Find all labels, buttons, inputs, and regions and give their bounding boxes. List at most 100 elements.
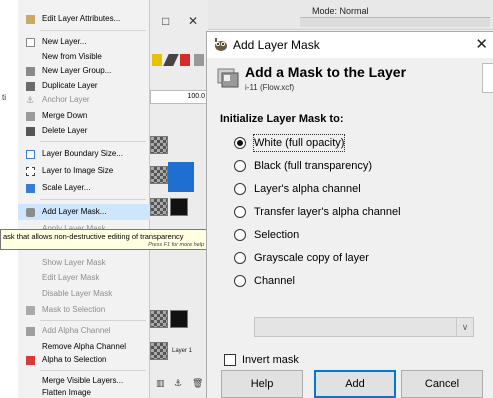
selected-layer-mask-thumbnail[interactable]	[168, 162, 194, 192]
option-label: Grayscale copy of layer	[254, 252, 369, 264]
menu-item-disable-layer-mask[interactable]: Disable Layer Mask	[18, 287, 150, 301]
option-channel[interactable]: Channel	[234, 273, 484, 291]
delete-layer-icon[interactable]: 🗑	[192, 378, 203, 389]
menu-separator	[40, 320, 146, 321]
mask-to-selection-icon	[26, 306, 35, 315]
menu-separator	[40, 30, 146, 31]
option-label: Transfer layer's alpha channel	[254, 206, 401, 218]
layer-group-icon	[26, 67, 35, 76]
menu-separator	[40, 141, 146, 142]
layer-thumbnail[interactable]	[150, 198, 168, 216]
mode-dropdown[interactable]	[300, 17, 490, 27]
alpha-to-selection-icon	[26, 356, 35, 365]
layer-thumbnail[interactable]	[150, 342, 168, 360]
option-white-full-opacity[interactable]: White (full opacity)	[234, 134, 484, 153]
layer-mask-thumbnail[interactable]	[170, 310, 188, 328]
menu-item-add-alpha-channel[interactable]: Add Alpha Channel	[18, 324, 150, 338]
menu-separator	[40, 370, 146, 371]
merge-down-icon	[26, 112, 35, 121]
dialog-window-title: Add Layer Mask	[233, 38, 320, 52]
dialog-header-subtitle: i-11 (Flow.xcf)	[245, 83, 295, 92]
radio-button[interactable]	[234, 183, 246, 195]
boundary-size-icon	[26, 150, 35, 159]
menu-item-show-layer-mask[interactable]: Show Layer Mask	[18, 256, 150, 270]
layer-thumbnail[interactable]	[150, 136, 168, 154]
invert-mask-checkbox-row[interactable]: Invert mask	[224, 353, 424, 369]
scale-layer-icon	[26, 184, 35, 193]
initialize-mask-heading: Initialize Layer Mask to:	[220, 113, 344, 125]
invert-mask-checkbox[interactable]	[224, 354, 236, 366]
grid-icon[interactable]	[194, 54, 204, 66]
layers-toolbar	[150, 50, 208, 72]
layer-thumbnail[interactable]	[150, 310, 168, 328]
menu-item-new-layer-group[interactable]: New Layer Group...	[18, 64, 150, 78]
menu-item-mask-to-selection[interactable]: Mask to Selection	[18, 303, 150, 317]
menu-tooltip: ask that allows non-destructive editing …	[0, 229, 208, 250]
radio-button[interactable]	[234, 137, 246, 149]
screen: ti Mode: Normal □ ✕ 100.0 Layer 1 ▥ ⚓ 🗑 …	[0, 0, 493, 398]
tooltip-hint: Press F1 for more help	[148, 242, 204, 248]
menu-item-merge-down[interactable]: Merge Down	[18, 109, 150, 123]
chevron-down-icon[interactable]: ∨	[456, 318, 473, 336]
radio-button[interactable]	[234, 252, 246, 264]
close-icon[interactable]: ✕	[188, 14, 198, 28]
layer-thumbnail[interactable]	[150, 166, 168, 184]
menu-item-remove-alpha-channel[interactable]: Remove Alpha Channel	[18, 340, 150, 354]
layer-to-image-icon	[26, 167, 35, 176]
menu-item-anchor-layer[interactable]: ⚓ Anchor Layer	[18, 93, 150, 107]
raise-layer-icon[interactable]: ▥	[156, 378, 165, 389]
menu-item-duplicate-layer[interactable]: Duplicate Layer	[18, 79, 150, 93]
maximize-icon[interactable]: □	[162, 14, 169, 28]
channel-select[interactable]: ∨	[254, 317, 474, 337]
help-button[interactable]: Help	[221, 370, 303, 398]
menu-item-new-layer[interactable]: New Layer...	[18, 35, 150, 49]
radio-button[interactable]	[234, 160, 246, 172]
lock-icon[interactable]	[152, 54, 162, 66]
menu-item-new-from-visible[interactable]: New from Visible	[18, 50, 150, 64]
menu-item-edit-layer-attributes[interactable]: Edit Layer Attributes...	[18, 12, 150, 26]
red-swatch-icon[interactable]	[180, 54, 190, 66]
menu-item-delete-layer[interactable]: Delete Layer	[18, 124, 150, 138]
dialog-header: Add a Mask to the Layer i-11 (Flow.xcf)	[207, 58, 493, 106]
add-layer-mask-dialog: Add Layer Mask ✕ Add a Mask to the Layer…	[206, 31, 493, 398]
delete-icon	[26, 127, 35, 136]
paint-brush-icon[interactable]	[163, 54, 179, 66]
add-layer-mask-icon	[26, 208, 35, 217]
layers-context-menu: Edit Layer Attributes... New Layer... Ne…	[18, 0, 150, 398]
option-transfer-alpha-channel[interactable]: Transfer layer's alpha channel	[234, 204, 484, 222]
menu-item-add-layer-mask[interactable]: Add Layer Mask...	[18, 204, 150, 220]
menu-item-layer-boundary-size[interactable]: Layer Boundary Size...	[18, 147, 150, 161]
invert-mask-label: Invert mask	[242, 354, 299, 366]
option-label: Black (full transparency)	[254, 160, 372, 172]
option-selection[interactable]: Selection	[234, 227, 484, 245]
layer-name: Layer 1	[172, 348, 193, 354]
menu-item-flatten-image[interactable]: Flatten Image	[18, 386, 150, 398]
option-black-full-transparency[interactable]: Black (full transparency)	[234, 158, 484, 176]
radio-button[interactable]	[234, 275, 246, 287]
option-layer-alpha-channel[interactable]: Layer's alpha channel	[234, 181, 484, 199]
menu-item-edit-layer-mask[interactable]: Edit Layer Mask	[18, 271, 150, 285]
new-layer-icon	[26, 38, 35, 47]
radio-button[interactable]	[234, 206, 246, 218]
option-label: Channel	[254, 275, 295, 287]
layer-mask-thumbnail[interactable]	[170, 198, 188, 216]
menu-separator	[40, 199, 146, 200]
opacity-field[interactable]: 100.0	[150, 90, 208, 104]
add-button[interactable]: Add	[314, 370, 396, 398]
menu-item-alpha-to-selection[interactable]: Alpha to Selection	[18, 353, 150, 367]
dialog-header-title: Add a Mask to the Layer	[245, 64, 407, 80]
anchor-icon[interactable]: ⚓	[174, 378, 182, 389]
anchor-icon: ⚓	[26, 95, 35, 105]
radio-button[interactable]	[234, 229, 246, 241]
tooltip-text: ask that allows non-destructive editing …	[3, 232, 184, 241]
add-alpha-icon	[26, 327, 35, 336]
option-grayscale-copy[interactable]: Grayscale copy of layer	[234, 250, 484, 268]
menu-item-scale-layer[interactable]: Scale Layer...	[18, 181, 150, 195]
dialog-titlebar[interactable]: Add Layer Mask ✕	[207, 32, 493, 58]
close-icon[interactable]: ✕	[475, 35, 488, 53]
cancel-button[interactable]: Cancel	[401, 370, 483, 398]
layer-mask-icon	[217, 68, 239, 88]
menu-item-layer-to-image-size[interactable]: Layer to Image Size	[18, 164, 150, 178]
duplicate-layer-icon	[26, 82, 35, 91]
background-canvas-strip: ti	[0, 0, 18, 398]
